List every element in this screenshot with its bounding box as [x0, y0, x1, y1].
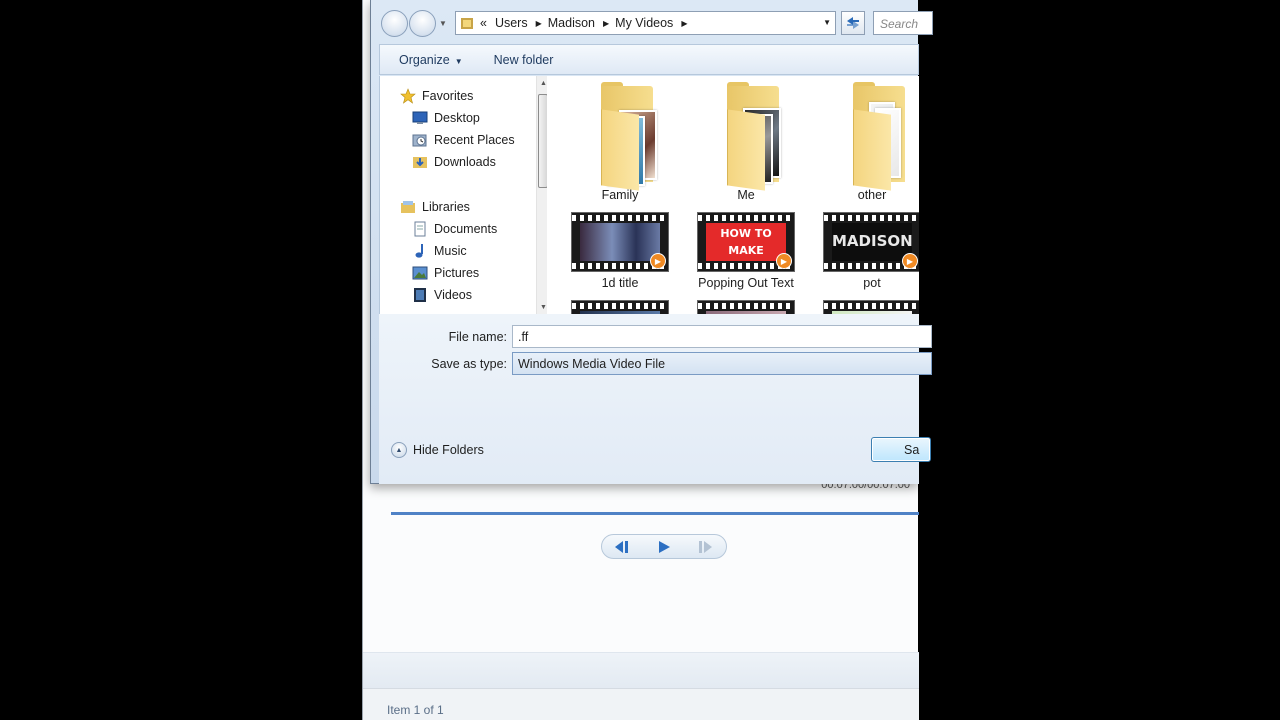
downloads-folder-icon	[412, 154, 428, 170]
previous-frame-button[interactable]	[606, 537, 640, 557]
sidebar-item-pictures[interactable]: Pictures	[412, 265, 479, 281]
libraries-icon	[400, 199, 416, 215]
breadcrumb-prefix[interactable]: «	[480, 16, 487, 30]
navigation-row: ▼ « Users ▶ Madison ▶ My Videos ▶ ▼ Sear…	[371, 8, 933, 38]
search-input[interactable]: Search	[873, 11, 933, 35]
favorites-label: Favorites	[422, 89, 474, 103]
command-bar: Organize ▼ New folder	[379, 44, 919, 75]
video-thumbnail[interactable]	[697, 300, 795, 314]
chevron-right-icon[interactable]: ▶	[603, 19, 609, 28]
seek-bar[interactable]	[391, 512, 919, 515]
file-list: Family Me other ▶ 1d title HOW TO MAKE ▶…	[547, 76, 919, 314]
video-label: pot	[863, 276, 881, 290]
play-icon	[658, 540, 670, 553]
chevron-right-icon[interactable]: ▶	[536, 19, 542, 28]
chevron-up-icon: ▲	[391, 442, 407, 458]
play-badge-icon: ▶	[902, 253, 918, 269]
playback-controls	[601, 534, 727, 559]
sidebar-item-desktop[interactable]: Desktop	[412, 110, 480, 126]
recent-places-icon	[412, 132, 428, 148]
breadcrumb-my-videos[interactable]: My Videos	[615, 16, 673, 30]
sidebar-item-music[interactable]: Music	[412, 243, 467, 259]
sidebar-item-videos[interactable]: Videos	[412, 287, 472, 303]
previous-icon	[614, 540, 628, 553]
file-name-label: File name:	[448, 330, 507, 344]
hide-folders-button[interactable]: ▲ Hide Folders	[391, 442, 484, 458]
thumbnail-text: MADISON	[832, 223, 912, 261]
chevron-right-icon[interactable]: ▶	[681, 19, 687, 28]
scroll-up-icon[interactable]: ▲	[540, 80, 547, 87]
folder-icon	[460, 16, 474, 30]
video-thumbnail[interactable]	[571, 300, 669, 314]
libraries-group[interactable]: Libraries	[400, 199, 470, 215]
sidebar-item-label: Music	[434, 244, 467, 258]
video-label: Popping Out Text	[698, 276, 794, 290]
sidebar-item-label: Pictures	[434, 266, 480, 280]
folder-label: other	[857, 188, 887, 202]
libraries-label: Libraries	[422, 200, 470, 214]
save-as-type-select[interactable]: Windows Media Video File	[512, 352, 932, 375]
status-bar: Item 1 of 1	[363, 688, 919, 720]
video-pot[interactable]: MADISON ▶ pot	[817, 210, 919, 292]
address-bar[interactable]: « Users ▶ Madison ▶ My Videos ▶ ▼	[455, 11, 836, 35]
organize-button[interactable]: Organize ▼	[399, 53, 463, 67]
chevron-down-icon: ▼	[454, 56, 463, 66]
folder-icon	[847, 82, 919, 191]
new-folder-button[interactable]: New folder	[494, 53, 554, 67]
pictures-icon	[412, 265, 428, 281]
favorites-group[interactable]: Favorites	[400, 88, 473, 104]
breadcrumb-madison[interactable]: Madison	[548, 16, 595, 30]
play-badge-icon: ▶	[650, 253, 666, 269]
sidebar-item-label: Recent Places	[434, 133, 515, 147]
desktop-icon	[412, 110, 428, 126]
status-text: Item 1 of 1	[387, 703, 444, 717]
video-thumbnail: ▶	[571, 212, 669, 272]
star-icon	[400, 88, 416, 104]
folder-label: Family	[601, 188, 639, 202]
sidebar-item-label: Downloads	[434, 155, 496, 169]
folder-me[interactable]: Me	[691, 82, 801, 206]
navigation-pane: Favorites Desktop Recent Places Download…	[379, 76, 548, 314]
folder-icon	[595, 82, 667, 191]
sidebar-item-label: Documents	[434, 222, 498, 236]
video-thumbnail: HOW TO MAKE OPPING OUT TEX ▶	[697, 212, 795, 272]
save-button[interactable]: Sa	[871, 437, 931, 462]
recent-locations-dropdown[interactable]: ▼	[439, 19, 447, 28]
chevron-down-icon[interactable]: ▼	[823, 18, 831, 27]
file-name-field[interactable]: .ff	[512, 325, 932, 348]
thumbnail-text: HOW TO MAKE OPPING OUT TEX	[706, 223, 786, 261]
folder-icon	[721, 82, 793, 191]
next-frame-button[interactable]	[688, 537, 722, 557]
hide-folders-label: Hide Folders	[413, 443, 484, 457]
sidebar-item-label: Desktop	[434, 111, 480, 125]
sidebar-item-downloads[interactable]: Downloads	[412, 154, 496, 170]
play-button[interactable]	[647, 537, 681, 557]
video-thumbnail: MADISON ▶	[823, 212, 919, 272]
sidebar-item-documents[interactable]: Documents	[412, 221, 497, 237]
folder-family[interactable]: Family	[565, 82, 675, 206]
next-icon	[699, 540, 713, 553]
folder-label: Me	[737, 188, 755, 202]
forward-button[interactable]	[409, 10, 436, 37]
back-button[interactable]	[381, 10, 408, 37]
video-1d-title[interactable]: ▶ 1d title	[565, 210, 675, 292]
videos-icon	[412, 287, 428, 303]
refresh-icon	[847, 17, 859, 29]
status-band	[363, 652, 919, 688]
folder-other[interactable]: other	[817, 82, 919, 206]
sidebar-item-label: Videos	[434, 288, 472, 302]
scroll-down-icon[interactable]: ▼	[540, 304, 547, 311]
sidebar-item-recent-places[interactable]: Recent Places	[412, 132, 515, 148]
organize-label: Organize	[399, 52, 450, 67]
breadcrumb-users[interactable]: Users	[495, 16, 528, 30]
save-dialog: ▼ « Users ▶ Madison ▶ My Videos ▶ ▼ Sear…	[370, 0, 933, 484]
video-popping-out-text[interactable]: HOW TO MAKE OPPING OUT TEX ▶ Popping Out…	[691, 210, 801, 292]
save-as-type-label: Save as type:	[431, 357, 507, 371]
refresh-button[interactable]	[841, 11, 865, 35]
documents-icon	[412, 221, 428, 237]
video-label: 1d title	[601, 276, 639, 290]
music-icon	[412, 243, 428, 259]
video-thumbnail[interactable]	[823, 300, 919, 314]
play-badge-icon: ▶	[776, 253, 792, 269]
